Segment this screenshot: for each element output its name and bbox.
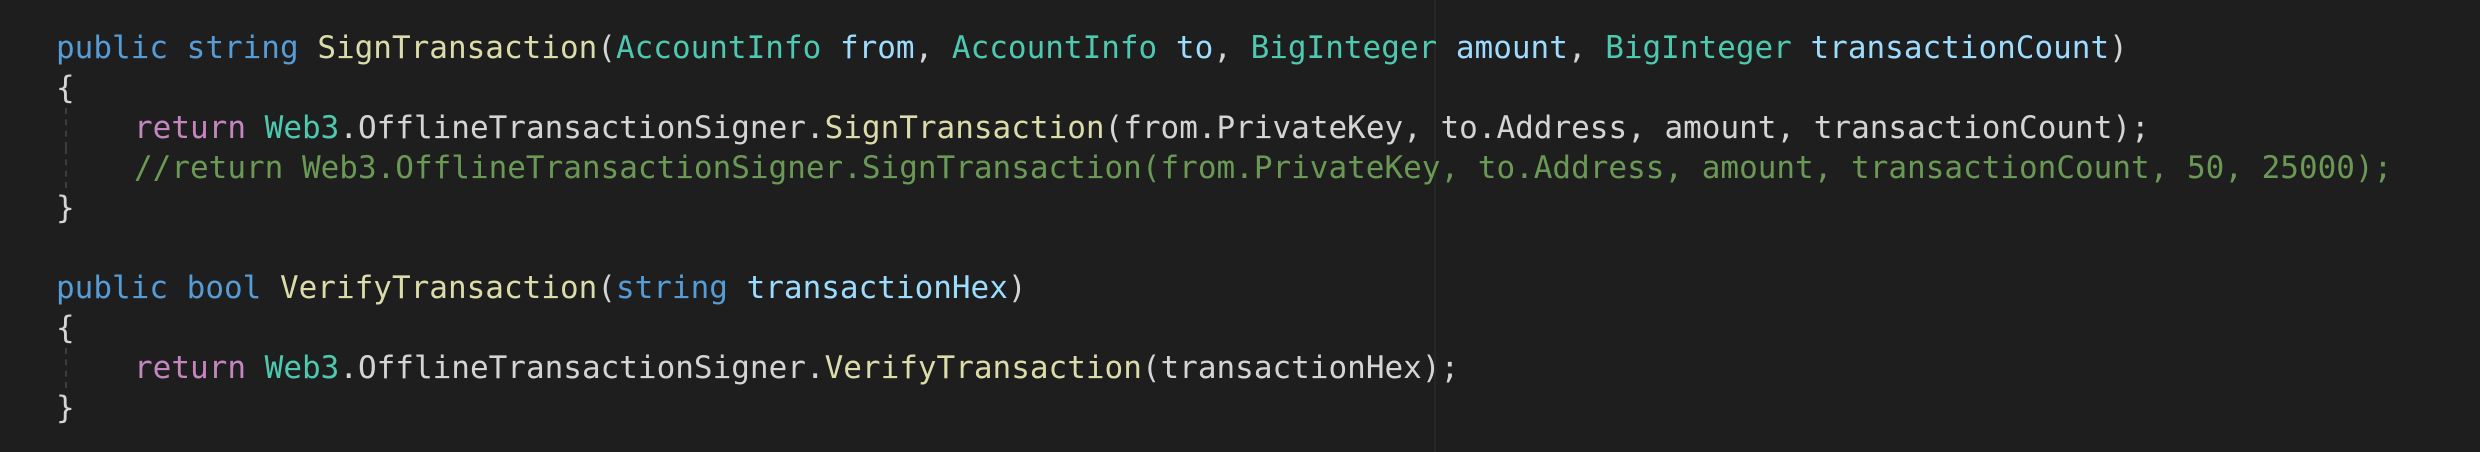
code-token: ( [597, 30, 616, 66]
code-line[interactable]: //return Web3.OfflineTransactionSigner.S… [56, 148, 2392, 188]
code-token: VerifyTransaction [824, 350, 1142, 386]
code-token: AccountInfo [615, 30, 822, 66]
code-token: SignTransaction [317, 30, 598, 66]
code-line[interactable]: { [56, 68, 2392, 108]
indent-guide [65, 108, 67, 148]
code-token: SignTransaction [824, 110, 1105, 146]
code-line[interactable]: public string SignTransaction(AccountInf… [56, 28, 2392, 68]
code-line[interactable]: { [56, 308, 2392, 348]
code-editor[interactable]: public string SignTransaction(AccountInf… [0, 0, 2480, 452]
code-token: return [134, 350, 246, 386]
code-token: (from.PrivateKey, to.Address, amount, tr… [1104, 110, 2150, 146]
code-line[interactable]: } [56, 188, 2392, 228]
code-token: , [1213, 30, 1251, 66]
code-token: ( [597, 270, 616, 306]
code-token: { [56, 70, 75, 106]
code-token: bool [186, 270, 262, 306]
code-token: .OfflineTransactionSigner. [339, 110, 825, 146]
code-token: } [56, 390, 75, 426]
indent-guide [65, 348, 67, 388]
code-token: Web3 [264, 110, 340, 146]
code-token: string [186, 30, 299, 66]
code-token: from [839, 30, 915, 66]
code-token: transactionHex [746, 270, 1008, 306]
code-token: AccountInfo [951, 30, 1158, 66]
code-token: } [56, 190, 75, 226]
indent-guide [65, 148, 67, 188]
code-token: VerifyTransaction [279, 270, 598, 306]
code-token: public [56, 270, 168, 306]
code-token: BigInteger [1250, 30, 1438, 66]
code-token: transactionCount [1810, 30, 2110, 66]
code-token: to [1175, 30, 1214, 66]
code-line[interactable]: return Web3.OfflineTransactionSigner.Ver… [56, 348, 2392, 388]
code-token: //return Web3.OfflineTransactionSigner.S… [134, 150, 2393, 186]
code-token: (transactionHex); [1141, 350, 1460, 386]
code-token: { [56, 310, 75, 346]
code-token: Web3 [264, 350, 340, 386]
code-token: amount [1455, 30, 1568, 66]
code-block[interactable]: public string SignTransaction(AccountInf… [56, 28, 2392, 428]
code-token: ) [2109, 30, 2128, 66]
code-line[interactable]: return Web3.OfflineTransactionSigner.Sig… [56, 108, 2392, 148]
code-line[interactable]: } [56, 388, 2392, 428]
code-token: .OfflineTransactionSigner. [339, 350, 825, 386]
code-line[interactable] [56, 228, 2392, 268]
code-token: BigInteger [1605, 30, 1792, 66]
code-line[interactable]: public bool VerifyTransaction(string tra… [56, 268, 2392, 308]
code-token: ) [1007, 270, 1027, 306]
code-token: return [134, 110, 246, 146]
code-token: , [1567, 30, 1606, 66]
code-token: , [914, 30, 952, 66]
code-token: public [56, 30, 168, 66]
code-token: string [615, 270, 728, 306]
